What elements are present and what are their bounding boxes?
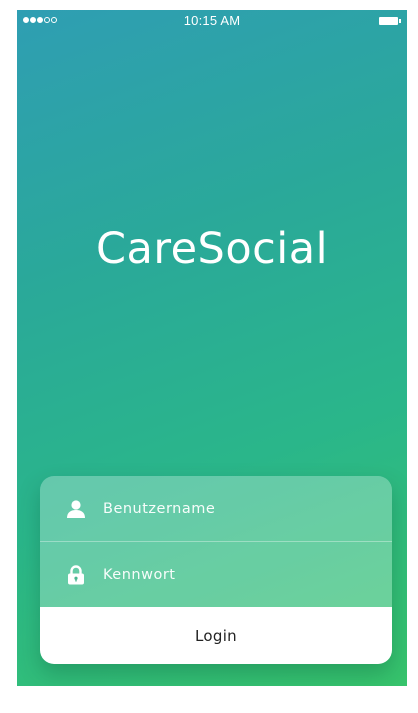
login-screen: 10:15 AM CareSocial Benutzername Login [17,10,407,686]
status-bar: 10:15 AM [17,10,407,32]
username-field[interactable] [40,476,392,541]
password-input[interactable] [103,566,376,583]
battery-body [379,17,399,25]
login-button[interactable]: Login [40,607,392,664]
login-form: Login [40,476,392,664]
lock-icon [66,564,86,585]
battery-full-icon [379,17,401,25]
app-title: CareSocial [95,224,329,274]
status-time: 10:15 AM [183,13,241,28]
password-field[interactable] [40,541,392,607]
user-icon [66,499,86,519]
username-input[interactable] [103,500,376,517]
battery-tip [399,19,401,23]
